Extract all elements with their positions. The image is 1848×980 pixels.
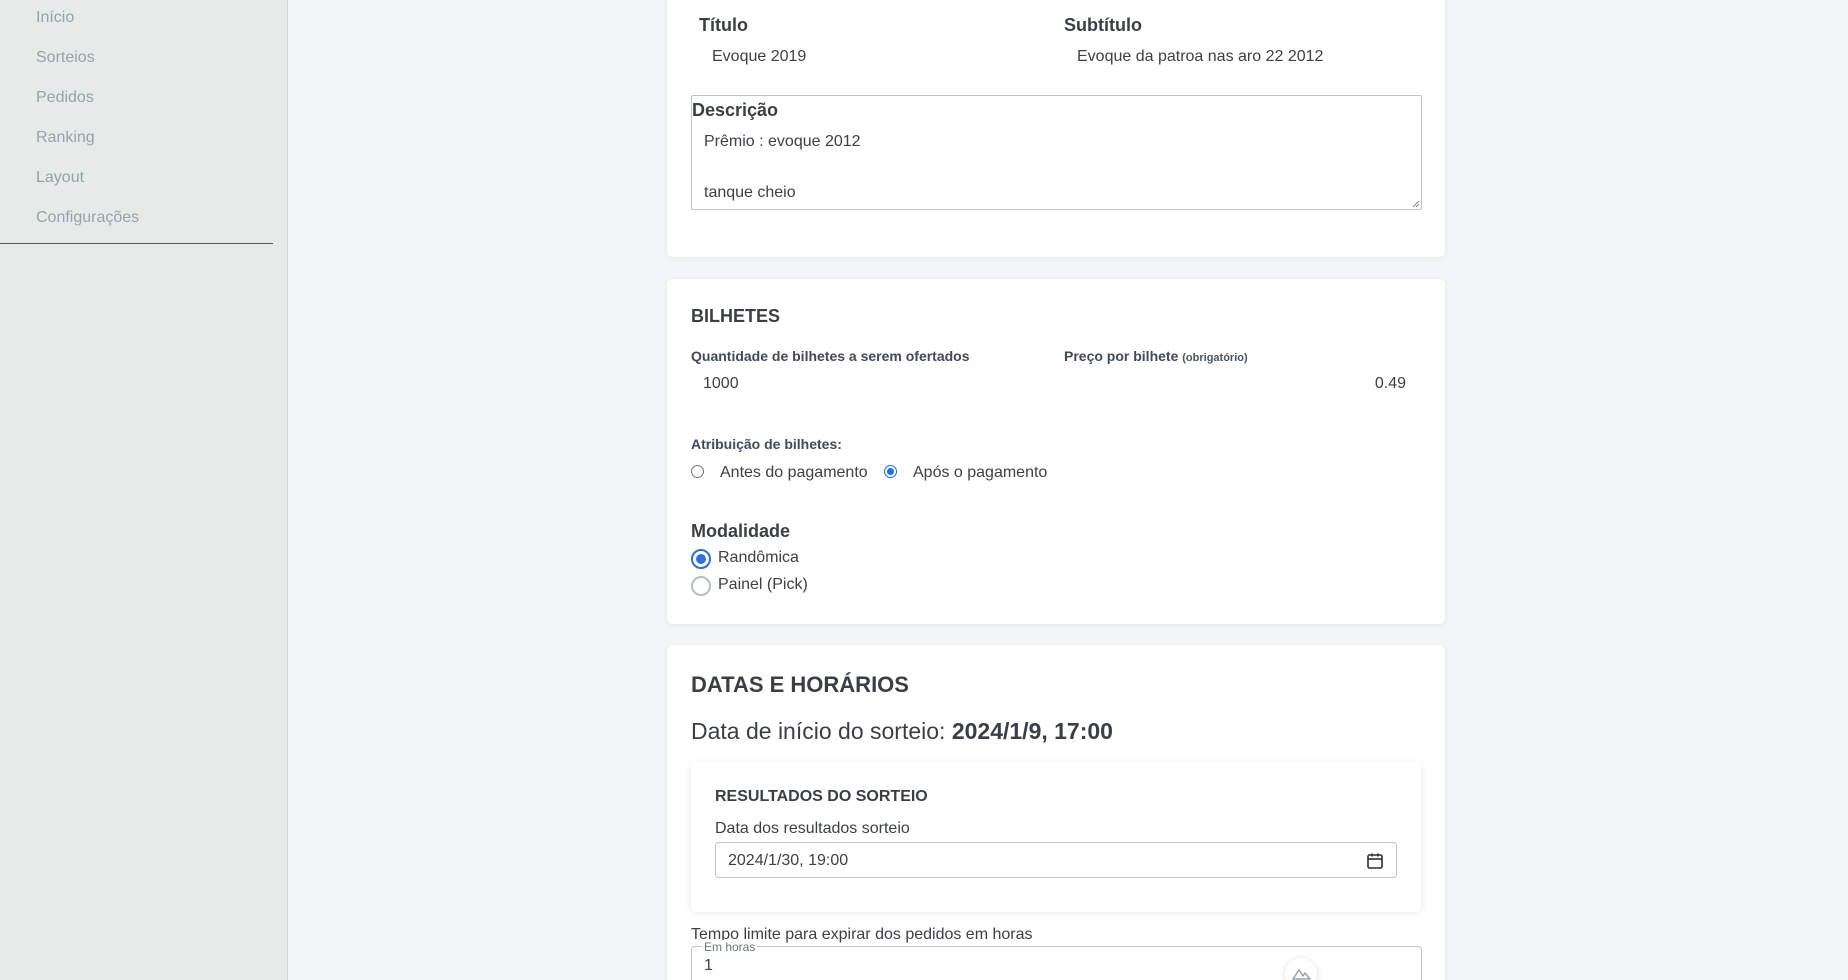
- assignment-before-radio[interactable]: [691, 465, 704, 478]
- schedule-heading: DATAS E HORÁRIOS: [691, 672, 909, 697]
- floating-action-button[interactable]: [1285, 958, 1317, 980]
- resize-grip-icon[interactable]: [1412, 200, 1420, 208]
- sidebar-item-configuracoes[interactable]: Configurações: [36, 209, 139, 227]
- tickets-card: BILHETES Quantidade de bilhetes a serem …: [667, 279, 1445, 624]
- sidebar-item-layout[interactable]: Layout: [36, 169, 84, 187]
- sidebar: Início Sorteios Pedidos Ranking Layout C…: [0, 0, 288, 980]
- mode-pick-radio[interactable]: [691, 576, 711, 596]
- price-required-hint: (obrigatório): [1182, 352, 1248, 364]
- mode-pick-label[interactable]: Painel (Pick): [718, 576, 808, 594]
- mode-label: Modalidade: [691, 521, 791, 541]
- start-date-line: Data de início do sorteio: 2024/1/9, 17:…: [691, 718, 1113, 745]
- expire-hours-value: 1: [704, 957, 713, 974]
- sidebar-item-sorteios[interactable]: Sorteios: [36, 49, 95, 67]
- mountain-icon: [1292, 969, 1311, 980]
- sidebar-nav: Início Sorteios Pedidos Ranking Layout C…: [0, 0, 273, 244]
- start-date-label: Data de início do sorteio:: [691, 718, 946, 744]
- mode-random-radio[interactable]: [691, 549, 711, 569]
- assignment-after-label[interactable]: Após o pagamento: [913, 464, 1047, 482]
- sidebar-item-inicio[interactable]: Início: [36, 9, 74, 27]
- description-label: Descrição: [692, 100, 779, 120]
- results-date-input[interactable]: 2024/1/30, 19:00: [715, 842, 1397, 878]
- price-label: Preço por bilhete (obrigatório): [1064, 348, 1248, 364]
- assignment-label: Atribuição de bilhetes:: [691, 436, 842, 452]
- description-line: tanque cheio: [704, 184, 796, 201]
- results-date-value: 2024/1/30, 19:00: [728, 852, 849, 869]
- description-textarea[interactable]: Descrição Prêmio : evoque 2012 tanque ch…: [691, 95, 1422, 210]
- price-input[interactable]: 0.49: [1375, 375, 1406, 393]
- results-heading: RESULTADOS DO SORTEIO: [715, 788, 928, 805]
- title-input[interactable]: Evoque 2019: [712, 48, 806, 66]
- start-date-value: 2024/1/9, 17:00: [951, 718, 1113, 744]
- assignment-after-radio[interactable]: [884, 465, 897, 478]
- schedule-card: DATAS E HORÁRIOS Data de início do sorte…: [667, 645, 1445, 980]
- main-content: Título Evoque 2019 Subtítulo Evoque da p…: [289, 0, 1848, 980]
- sidebar-item-pedidos[interactable]: Pedidos: [36, 89, 94, 107]
- results-card: RESULTADOS DO SORTEIO Data dos resultado…: [691, 762, 1421, 912]
- title-label: Título: [699, 15, 748, 35]
- price-label-text: Preço por bilhete: [1064, 348, 1179, 364]
- quantity-input[interactable]: 1000: [703, 375, 739, 393]
- calendar-icon[interactable]: [1366, 852, 1384, 870]
- sidebar-item-ranking[interactable]: Ranking: [36, 129, 95, 147]
- results-date-label: Data dos resultados sorteio: [715, 820, 910, 837]
- subtitle-input[interactable]: Evoque da patroa nas aro 22 2012: [1077, 48, 1323, 66]
- description-line: Prêmio : evoque 2012: [704, 133, 861, 150]
- subtitle-label: Subtítulo: [1064, 15, 1142, 35]
- mode-random-label[interactable]: Randômica: [718, 549, 799, 567]
- expire-hours-legend: Em horas: [702, 940, 758, 954]
- quantity-label: Quantidade de bilhetes a serem ofertados: [691, 348, 970, 364]
- tickets-heading: BILHETES: [691, 306, 781, 326]
- raffle-info-card: Título Evoque 2019 Subtítulo Evoque da p…: [667, 0, 1445, 257]
- assignment-before-label[interactable]: Antes do pagamento: [720, 464, 868, 482]
